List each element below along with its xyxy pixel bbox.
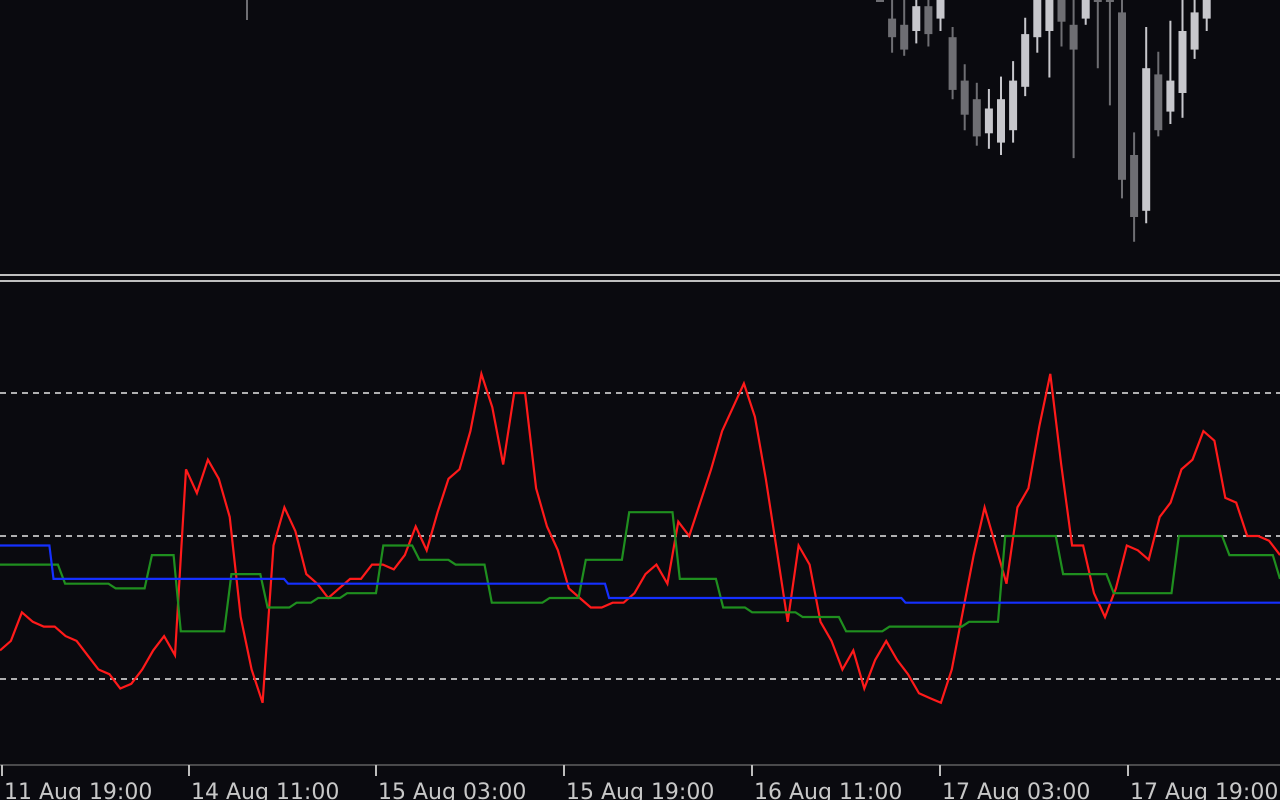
candle-body bbox=[1154, 74, 1163, 131]
candle-body bbox=[1081, 0, 1090, 19]
candle-body bbox=[1166, 80, 1175, 112]
candle-body bbox=[888, 18, 897, 38]
candle-body bbox=[948, 37, 957, 90]
candle-body bbox=[1093, 0, 1102, 2]
time-tick-label: 16 Aug 11:00 bbox=[754, 780, 902, 800]
chart-canvas[interactable]: 11 Aug 19:00 14 Aug 11:00 15 Aug 03:00 15 A… bbox=[0, 0, 1280, 800]
candle-body bbox=[912, 6, 921, 31]
candle-body bbox=[1021, 34, 1030, 87]
chart-background bbox=[0, 0, 1280, 800]
time-tick-label: 17 Aug 19:00 bbox=[1130, 780, 1278, 800]
time-tick-label: 15 Aug 03:00 bbox=[378, 780, 526, 800]
candle-body bbox=[936, 0, 945, 19]
candle-body bbox=[997, 99, 1005, 143]
time-tick-label: 17 Aug 03:00 bbox=[942, 780, 1090, 800]
candle-body bbox=[1033, 0, 1042, 38]
candle bbox=[948, 27, 957, 100]
candle-body bbox=[960, 80, 969, 115]
candle bbox=[1118, 0, 1126, 199]
chart-window: 11 Aug 19:00 14 Aug 11:00 15 Aug 03:00 15 A… bbox=[0, 0, 1280, 800]
time-tick-label: 15 Aug 19:00 bbox=[566, 780, 714, 800]
candle-body bbox=[1069, 24, 1078, 50]
candle-body bbox=[1105, 0, 1114, 2]
candle-body bbox=[1190, 12, 1199, 50]
candle-body bbox=[984, 108, 993, 134]
candle-body bbox=[1202, 0, 1211, 19]
candle-body bbox=[1178, 31, 1187, 93]
candle-body bbox=[1130, 155, 1139, 217]
time-tick-label: 11 Aug 19:00 bbox=[4, 780, 152, 800]
candle-body bbox=[1057, 0, 1066, 22]
candle-body bbox=[1118, 12, 1126, 180]
candle-body bbox=[1142, 68, 1151, 211]
candle-body bbox=[1045, 0, 1054, 31]
time-tick-label: 14 Aug 11:00 bbox=[191, 780, 339, 800]
candle bbox=[876, 0, 884, 2]
candle-body bbox=[900, 24, 909, 50]
candle-body bbox=[924, 6, 933, 35]
candle-body bbox=[1009, 80, 1018, 131]
candle-body bbox=[972, 99, 981, 137]
candle-body bbox=[876, 0, 884, 2]
